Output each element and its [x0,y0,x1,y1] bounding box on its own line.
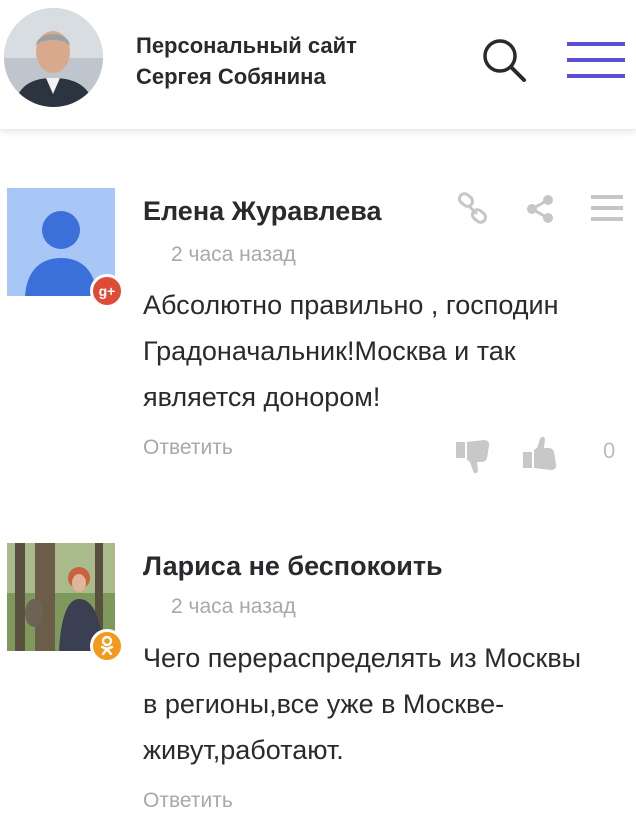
comment-text: Абсолютно правильно , господин Градонача… [143,282,623,420]
comment-text: Чего перераспределять из Москвы в регион… [143,635,623,773]
mayor-portrait-icon [4,8,103,107]
site-title-line1: Персональный сайт [136,33,357,58]
permalink-button[interactable] [456,192,490,226]
odnoklassniki-icon [100,635,114,656]
comment-text-line: Градоначальник!Москва и так [143,336,516,366]
search-button[interactable] [480,36,528,84]
thumbs-up-icon [523,436,557,470]
comment-text-line: Абсолютно правильно , господин [143,290,559,320]
like-button[interactable] [523,434,559,474]
comment-author[interactable]: Лариса не беспокоить [143,551,443,582]
list-menu-icon [591,195,623,221]
odnoklassniki-badge-icon [90,629,124,663]
comment-author[interactable]: Елена Журавлева [143,196,382,227]
share-icon [527,195,553,223]
link-icon [457,192,488,224]
mayor-avatar[interactable] [4,8,103,107]
comment-time: 2 часа назад [171,243,296,266]
reply-button[interactable]: Ответить [143,789,233,813]
comment-time: 2 часа назад [171,595,296,618]
site-title-line2: Сергея Собянина [136,64,326,89]
search-icon [483,39,526,82]
google-plus-badge-icon: g+ [90,274,124,308]
menu-button[interactable] [567,40,625,80]
hamburger-menu-icon [567,42,625,78]
vote-count: 0 [603,438,616,463]
reply-button[interactable]: Ответить [143,436,233,460]
comment-menu-button[interactable] [591,194,623,222]
share-button[interactable] [524,194,556,224]
comment-text-line: является донором! [143,382,381,412]
comment-item: g+ Елена Журавлева 2 часа назад Абсолютн [0,180,636,500]
thumbs-down-icon [456,440,490,474]
site-title[interactable]: Персональный сайт Сергея Собянина [136,30,436,92]
site-header: Персональный сайт Сергея Собянина [0,0,636,130]
comment-item: Лариса не беспокоить 2 часа назад Чего п… [0,535,636,833]
comment-text-line: в регионы,все уже в Москве- [143,689,505,719]
comment-text-line: живут,работают. [143,735,344,765]
dislike-button[interactable] [456,436,492,476]
comment-text-line: Чего перераспределять из Москвы [143,643,582,673]
